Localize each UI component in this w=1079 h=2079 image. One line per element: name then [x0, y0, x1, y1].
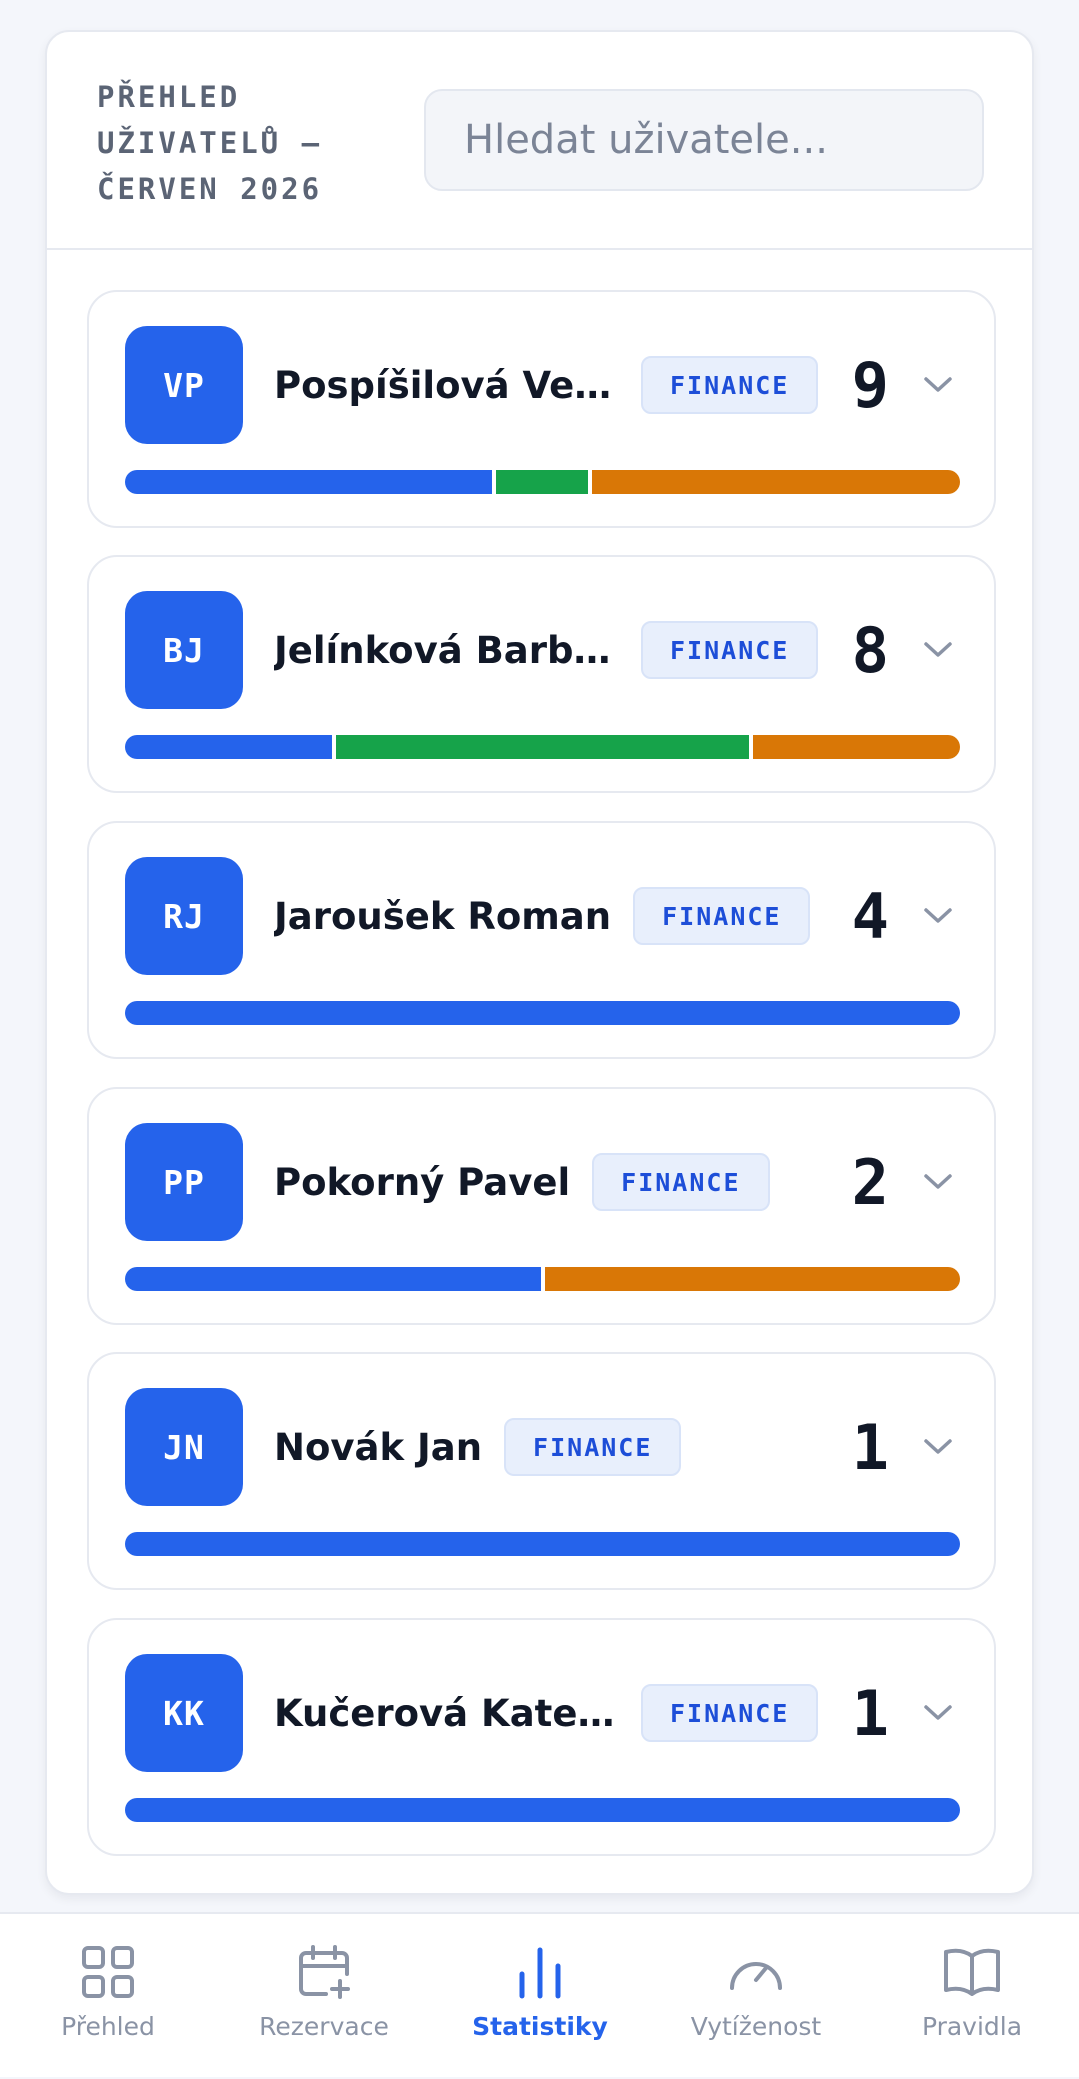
user-card[interactable]: KK Kučerová Kateřina FINANCE 1 — [87, 1618, 996, 1856]
tab-statistiky[interactable]: Statistiky — [432, 1914, 648, 2079]
user-name: Jaroušek Roman — [274, 894, 612, 938]
grid-icon — [82, 1946, 134, 1998]
usage-bar — [125, 1001, 960, 1025]
department-badge: FINANCE — [504, 1418, 682, 1476]
chevron-down-icon[interactable] — [918, 1430, 958, 1464]
avatar: VP — [125, 326, 243, 444]
tab-label: Statistiky — [472, 2012, 608, 2041]
tab-label: Pravidla — [921, 2012, 1023, 2041]
usage-bar-segment — [335, 735, 750, 759]
usage-bar-segment — [125, 1001, 960, 1025]
tab-pravidla[interactable]: Pravidla — [864, 1914, 1079, 2079]
page-title: PŘEHLED UŽIVATELŮ — ČERVEN 2026 — [97, 74, 357, 212]
user-card[interactable]: JN Novák Jan FINANCE 1 — [87, 1352, 996, 1590]
usage-bar-segment — [125, 1267, 541, 1291]
chevron-down-icon[interactable] — [918, 1165, 958, 1199]
chevron-down-icon[interactable] — [918, 1696, 958, 1730]
user-name: Novák Jan — [274, 1425, 483, 1469]
usage-bar-segment — [125, 1532, 960, 1556]
tab-prehled[interactable]: Přehled — [0, 1914, 216, 2079]
gauge-icon — [730, 1962, 782, 1990]
search-input[interactable] — [464, 117, 982, 163]
reservation-count: 8 — [851, 613, 889, 687]
title-line-3: ČERVEN 2026 — [97, 172, 323, 206]
department-badge: FINANCE — [641, 621, 819, 679]
usage-bar — [125, 735, 960, 759]
search-box[interactable] — [424, 89, 984, 191]
chevron-down-icon[interactable] — [918, 633, 958, 667]
usage-bar-segment — [591, 470, 960, 494]
reservation-count: 4 — [851, 879, 889, 953]
user-overview-panel: PŘEHLED UŽIVATELŮ — ČERVEN 2026 VP Pospí… — [45, 30, 1034, 1895]
department-badge: FINANCE — [592, 1153, 770, 1211]
usage-bar — [125, 1798, 960, 1822]
usage-bar — [125, 470, 960, 494]
calendar-plus-icon — [299, 1945, 350, 1999]
reservation-count: 1 — [851, 1410, 889, 1484]
department-badge: FINANCE — [641, 356, 819, 414]
tab-label: Rezervace — [259, 2012, 389, 2041]
user-card[interactable]: RJ Jaroušek Roman FINANCE 4 — [87, 821, 996, 1059]
avatar: PP — [125, 1123, 243, 1241]
usage-bar-segment — [125, 735, 332, 759]
reservation-count: 2 — [851, 1145, 889, 1219]
department-badge: FINANCE — [633, 887, 811, 945]
tab-rezervace[interactable]: Rezervace — [216, 1914, 432, 2079]
user-name: Pospíšilová Vero... — [274, 363, 619, 407]
user-card[interactable]: BJ Jelínková Barbora FINANCE 8 — [87, 555, 996, 793]
avatar: KK — [125, 1654, 243, 1772]
avatar: JN — [125, 1388, 243, 1506]
bar-chart-icon — [519, 1947, 561, 1999]
panel-header: PŘEHLED UŽIVATELŮ — ČERVEN 2026 — [47, 32, 1032, 250]
avatar: RJ — [125, 857, 243, 975]
usage-bar-segment — [753, 735, 960, 759]
usage-bar-segment — [125, 1798, 960, 1822]
user-card[interactable]: VP Pospíšilová Vero... FINANCE 9 — [87, 290, 996, 528]
reservation-count: 1 — [851, 1676, 889, 1750]
title-line-2: UŽIVATELŮ — — [97, 126, 323, 160]
department-badge: FINANCE — [641, 1684, 819, 1742]
user-card[interactable]: PP Pokorný Pavel FINANCE 2 — [87, 1087, 996, 1325]
tab-label: Přehled — [61, 2012, 155, 2041]
usage-bar-segment — [125, 470, 493, 494]
user-name: Jelínková Barbora — [274, 628, 619, 672]
reservation-count: 9 — [851, 348, 889, 422]
usage-bar-segment — [496, 470, 588, 494]
avatar: BJ — [125, 591, 243, 709]
tab-label: Vytíženost — [690, 2012, 822, 2041]
bottom-tab-bar: Přehled Rezervace Statistiky Vytíženost — [0, 1912, 1079, 2077]
usage-bar — [125, 1267, 960, 1291]
chevron-down-icon[interactable] — [918, 368, 958, 402]
user-name: Kučerová Kateřina — [274, 1691, 619, 1735]
tab-vytizenost[interactable]: Vytíženost — [648, 1914, 864, 2079]
book-icon — [944, 1948, 1000, 1996]
usage-bar-segment — [544, 1267, 960, 1291]
chevron-down-icon[interactable] — [918, 899, 958, 933]
title-line-1: PŘEHLED — [97, 80, 241, 114]
user-name: Pokorný Pavel — [274, 1160, 571, 1204]
usage-bar — [125, 1532, 960, 1556]
